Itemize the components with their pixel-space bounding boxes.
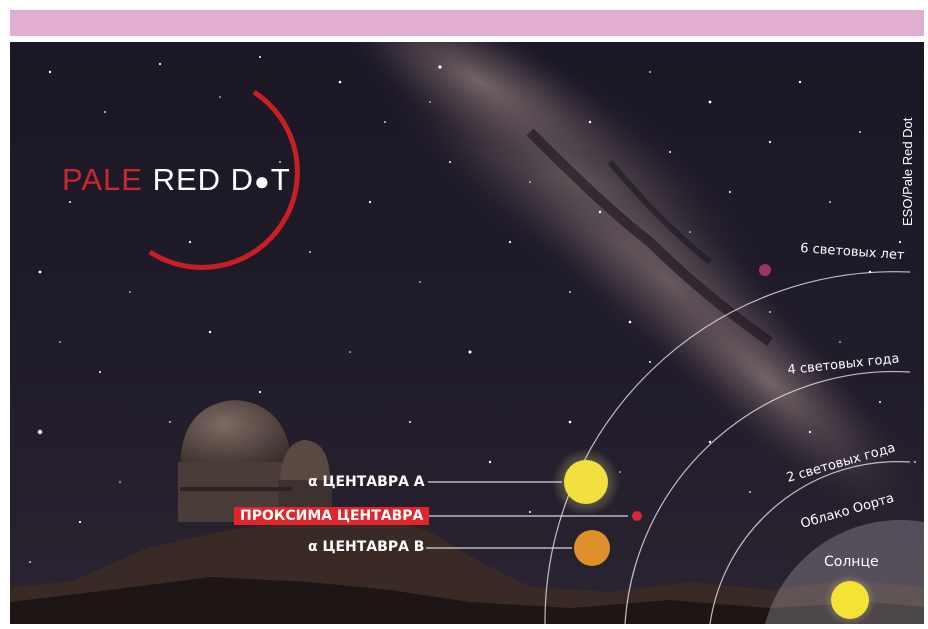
label-sun: Солнце: [824, 554, 879, 570]
photo-credit-text: ESO/Pale Red Dot: [900, 117, 915, 226]
night-sky-photo: PALE RED D●T 6 световых лет 4 световых г…: [10, 42, 924, 624]
logo-text: PALE RED D●T: [62, 162, 291, 197]
sun-star: [831, 581, 869, 619]
label-proxima-centauri: ПРОКСИМА ЦЕНТАВРА: [234, 507, 430, 525]
logo-dot: ●: [254, 166, 271, 196]
label-alpha-centauri-a: α ЦЕНТАВРА A: [308, 474, 425, 490]
sky-illustration: PALE RED D●T 6 световых лет 4 световых г…: [10, 42, 924, 624]
alpha-centauri-b-star: [574, 530, 610, 566]
proxima-centauri-star: [632, 511, 642, 521]
logo-word-red: RED D: [153, 162, 254, 197]
logo-word-pale: PALE: [62, 162, 153, 197]
label-alpha-centauri-b: α ЦЕНТАВРА B: [308, 539, 425, 555]
header-bar: [10, 10, 924, 36]
alpha-centauri-a-star: [564, 460, 608, 504]
photo-credit: ESO/Pale Red Dot: [900, 46, 920, 226]
logo-word-end: T: [271, 162, 291, 197]
